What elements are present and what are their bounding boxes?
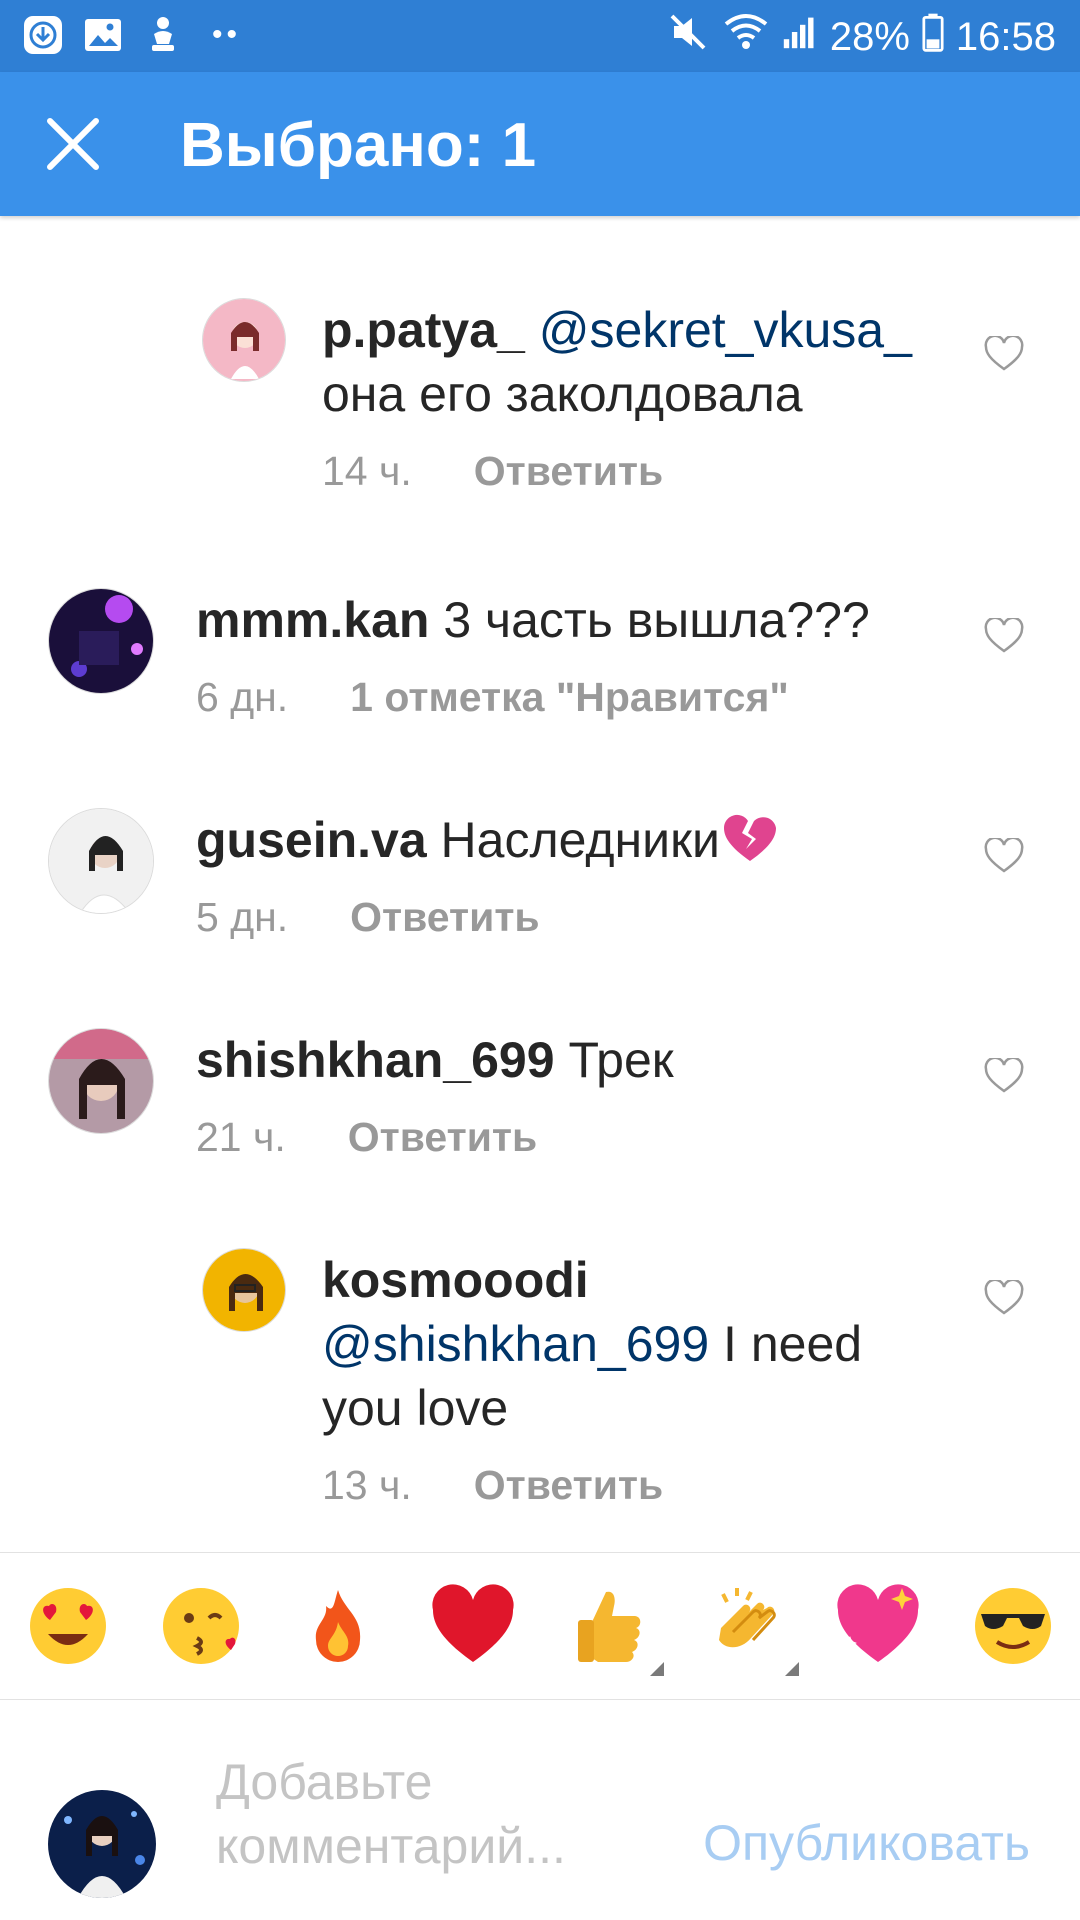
comment-time: 14 ч. [322, 448, 412, 494]
kiss-emoji[interactable] [153, 1576, 253, 1676]
reply-button[interactable]: Ответить [350, 894, 539, 941]
skin-tone-indicator [784, 1662, 799, 1676]
heart-eyes-emoji[interactable] [18, 1576, 118, 1676]
comment-text-line2: you love [322, 1380, 509, 1436]
broken-heart-emoji [720, 811, 780, 880]
avatar[interactable] [202, 1248, 286, 1332]
selection-count-title: Выбрано: 1 [180, 111, 537, 180]
more-notifications-icon: •• [212, 18, 242, 51]
like-heart-icon[interactable] [984, 334, 1024, 372]
comment-text: она его заколдовала [322, 366, 803, 422]
thumbs-up-emoji[interactable] [558, 1576, 664, 1676]
comment-username[interactable]: shishkhan_699 [196, 1032, 555, 1088]
comment-text: Трек [568, 1032, 674, 1088]
emoji-bar [0, 1552, 1080, 1700]
avatar[interactable] [202, 298, 286, 382]
wifi-icon [722, 10, 770, 64]
sunglasses-emoji[interactable] [963, 1576, 1063, 1676]
share-icon [142, 14, 184, 56]
signal-icon [782, 10, 818, 64]
battery-icon [922, 10, 944, 64]
skin-tone-indicator [649, 1662, 664, 1676]
comment-time: 6 дн. [196, 674, 289, 720]
reply-button[interactable]: Ответить [348, 1114, 537, 1161]
publish-button[interactable]: Опубликовать [703, 1814, 1030, 1872]
like-heart-icon[interactable] [984, 616, 1024, 654]
avatar[interactable] [48, 1028, 154, 1134]
clock: 16:58 [955, 14, 1056, 59]
download-icon [22, 14, 64, 56]
comment-username[interactable]: gusein.va [196, 812, 427, 868]
reply-button[interactable]: Ответить [474, 1462, 663, 1509]
comment-time: 21 ч. [196, 1114, 286, 1160]
current-user-avatar [48, 1790, 156, 1898]
battery-percent: 28% [829, 14, 910, 59]
comment-time: 5 дн. [196, 894, 289, 940]
mute-icon [666, 10, 710, 64]
comment-username[interactable]: p.patya_ [322, 302, 525, 358]
status-bar: •• 28% 16:58 [0, 0, 1080, 72]
avatar[interactable] [48, 808, 154, 914]
selection-app-bar: Выбрано: 1 [0, 72, 1080, 216]
comment-username[interactable]: mmm.kan [196, 592, 429, 648]
like-heart-icon[interactable] [984, 1056, 1024, 1094]
like-heart-icon[interactable] [984, 836, 1024, 874]
comment-mention[interactable]: @sekret_vkusa_ [539, 302, 912, 358]
red-heart-emoji[interactable] [423, 1576, 523, 1676]
gallery-icon [82, 14, 124, 56]
comment-mention[interactable]: @shishkhan_699 [322, 1316, 709, 1372]
fire-emoji[interactable] [288, 1576, 388, 1676]
close-icon[interactable] [38, 109, 108, 179]
clapping-emoji[interactable] [693, 1576, 799, 1676]
avatar[interactable] [48, 588, 154, 694]
sparkling-heart-emoji[interactable] [828, 1576, 928, 1676]
comment-username[interactable]: kosmooodi [322, 1252, 589, 1308]
comment-input[interactable]: Добавьте комментарий... [216, 1750, 636, 1878]
comment-text-line1: I need [723, 1316, 863, 1372]
comment-text: 3 часть вышла??? [443, 592, 870, 648]
like-heart-icon[interactable] [984, 1278, 1024, 1316]
comment-text: Наследники [440, 812, 720, 868]
comment-time: 13 ч. [322, 1462, 412, 1508]
likes-count-link[interactable]: 1 отметка "Нравится" [350, 674, 789, 721]
reply-button[interactable]: Ответить [474, 448, 663, 495]
comment-composer: Добавьте комментарий... Опубликовать [0, 1698, 1080, 1920]
